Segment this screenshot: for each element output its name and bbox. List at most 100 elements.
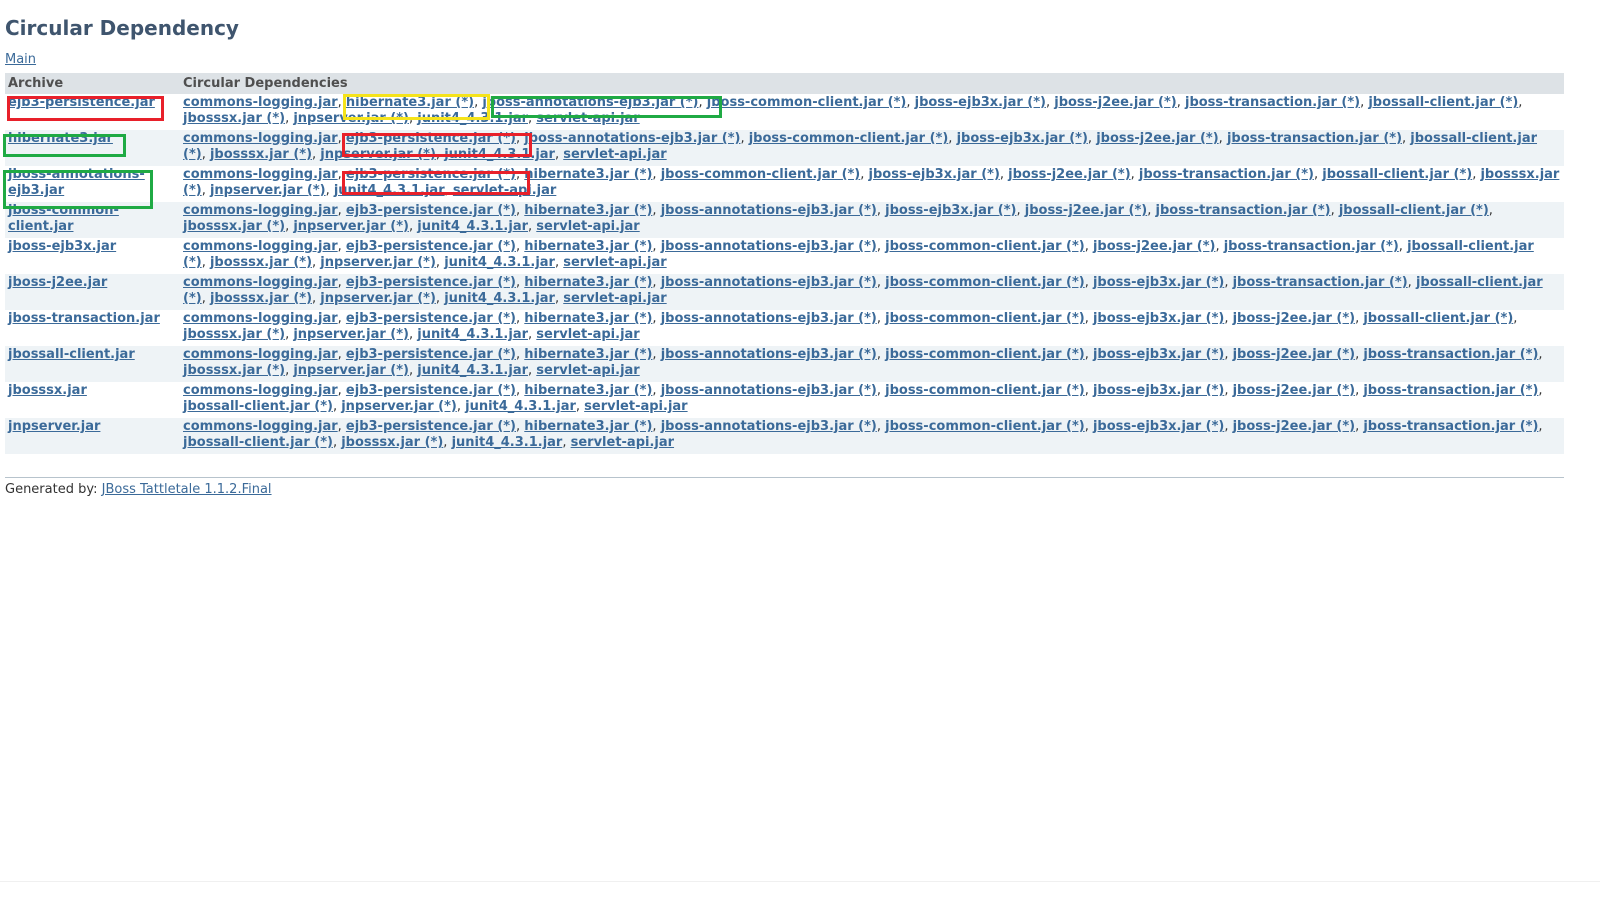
dependency-link[interactable]: jnpserver.jar (*) [293, 111, 409, 126]
dependency-link[interactable]: jnpserver.jar (*) [320, 291, 436, 306]
dependency-link[interactable]: jboss-common-client.jar (*) [885, 275, 1085, 290]
dependency-link[interactable]: hibernate3.jar (*) [524, 203, 652, 218]
dependency-link[interactable]: servlet-api.jar [584, 399, 687, 414]
dependency-link[interactable]: jboss-common-client.jar (*) [885, 383, 1085, 398]
dependency-link[interactable]: jbosssx.jar (*) [210, 147, 312, 162]
dependency-link[interactable]: jboss-transaction.jar (*) [1233, 275, 1408, 290]
tattletale-link[interactable]: JBoss Tattletale 1.1.2.Final [102, 482, 272, 497]
dependency-link[interactable]: hibernate3.jar (*) [524, 347, 652, 362]
dependency-link[interactable]: junit4_4.3.1.jar [444, 147, 555, 162]
dependency-link[interactable]: jbosssx.jar (*) [183, 327, 285, 342]
dependency-link[interactable]: jboss-transaction.jar (*) [1227, 131, 1402, 146]
dependency-link[interactable]: jnpserver.jar (*) [210, 183, 326, 198]
dependency-link[interactable]: jbossall-client.jar (*) [1368, 95, 1518, 110]
dependency-link[interactable]: jbosssx.jar (*) [210, 291, 312, 306]
dependency-link[interactable]: jboss-j2ee.jar (*) [1233, 383, 1355, 398]
dependency-link[interactable]: junit4_4.3.1.jar [452, 435, 563, 450]
dependency-link[interactable]: jboss-ejb3x.jar (*) [915, 95, 1046, 110]
dependency-link[interactable]: jboss-ejb3x.jar (*) [869, 167, 1000, 182]
dependency-link[interactable]: jboss-transaction.jar (*) [1363, 419, 1538, 434]
dependency-link[interactable]: jboss-annotations-ejb3.jar (*) [661, 347, 877, 362]
dependency-link[interactable]: commons-logging.jar [183, 275, 338, 290]
dependency-link[interactable]: jbossall-client.jar (*) [183, 435, 333, 450]
dependency-link[interactable]: jbosssx.jar (*) [183, 363, 285, 378]
dependency-link[interactable]: junit4_4.3.1.jar [444, 255, 555, 270]
dependency-link[interactable]: ejb3-persistence.jar (*) [346, 311, 516, 326]
archive-link[interactable]: ejb3-persistence.jar [8, 95, 155, 110]
dependency-link[interactable]: jboss-annotations-ejb3.jar (*) [661, 383, 877, 398]
dependency-link[interactable]: jboss-transaction.jar (*) [1185, 95, 1360, 110]
dependency-link[interactable]: commons-logging.jar [183, 311, 338, 326]
dependency-link[interactable]: jbossall-client.jar (*) [1339, 203, 1489, 218]
dependency-link[interactable]: hibernate3.jar (*) [524, 167, 652, 182]
dependency-link[interactable]: jbosssx.jar (*) [341, 435, 443, 450]
dependency-link[interactable]: jbosssx.jar (*) [183, 111, 285, 126]
dependency-link[interactable]: commons-logging.jar [183, 131, 338, 146]
dependency-link[interactable]: jnpserver.jar (*) [320, 147, 436, 162]
dependency-link[interactable]: jboss-annotations-ejb3.jar (*) [661, 275, 877, 290]
archive-link[interactable]: jboss-annotations-ejb3.jar [8, 167, 145, 198]
dependency-link[interactable]: jnpserver.jar (*) [293, 327, 409, 342]
dependency-link[interactable]: jnpserver.jar (*) [320, 255, 436, 270]
dependency-link[interactable]: junit4_4.3.1.jar [444, 291, 555, 306]
dependency-link[interactable]: servlet-api.jar [571, 435, 674, 450]
dependency-link[interactable]: jboss-common-client.jar (*) [885, 347, 1085, 362]
dependency-link[interactable]: jboss-j2ee.jar (*) [1096, 131, 1218, 146]
archive-link[interactable]: jboss-transaction.jar [8, 311, 160, 326]
dependency-link[interactable]: jboss-annotations-ejb3.jar (*) [482, 95, 698, 110]
dependency-link[interactable]: jboss-transaction.jar (*) [1156, 203, 1331, 218]
dependency-link[interactable]: servlet-api.jar [563, 147, 666, 162]
dependency-link[interactable]: junit4_4.3.1.jar [417, 327, 528, 342]
dependency-link[interactable]: jboss-j2ee.jar (*) [1233, 419, 1355, 434]
dependency-link[interactable]: jboss-ejb3x.jar (*) [1093, 419, 1224, 434]
dependency-link[interactable]: jboss-transaction.jar (*) [1363, 383, 1538, 398]
dependency-link[interactable]: ejb3-persistence.jar (*) [346, 383, 516, 398]
dependency-link[interactable]: jboss-transaction.jar (*) [1139, 167, 1314, 182]
dependency-link[interactable]: jbosssx.jar (*) [210, 255, 312, 270]
dependency-link[interactable]: jbossall-client.jar (*) [1322, 167, 1472, 182]
dependency-link[interactable]: jboss-annotations-ejb3.jar (*) [524, 131, 740, 146]
dependency-link[interactable]: junit4_4.3.1.jar [465, 399, 576, 414]
dependency-link[interactable]: jnpserver.jar (*) [341, 399, 457, 414]
dependency-link[interactable]: jbosssx.jar (*) [183, 219, 285, 234]
dependency-link[interactable]: jboss-j2ee.jar (*) [1233, 311, 1355, 326]
archive-link[interactable]: jboss-ejb3x.jar [8, 239, 116, 254]
dependency-link[interactable]: servlet-api.jar [453, 183, 556, 198]
archive-link[interactable]: jbossall-client.jar [8, 347, 135, 362]
dependency-link[interactable]: jboss-j2ee.jar (*) [1233, 347, 1355, 362]
dependency-link[interactable]: hibernate3.jar (*) [524, 239, 652, 254]
archive-link[interactable]: jboss-common-client.jar [8, 203, 119, 234]
archive-link[interactable]: jbosssx.jar [8, 383, 87, 398]
dependency-link[interactable]: jboss-ejb3x.jar (*) [1093, 383, 1224, 398]
dependency-link[interactable]: jnpserver.jar (*) [293, 219, 409, 234]
dependency-link[interactable]: jnpserver.jar (*) [293, 363, 409, 378]
dependency-link[interactable]: jboss-annotations-ejb3.jar (*) [661, 419, 877, 434]
dependency-link[interactable]: servlet-api.jar [536, 111, 639, 126]
archive-link[interactable]: jboss-j2ee.jar [8, 275, 107, 290]
dependency-link[interactable]: jboss-annotations-ejb3.jar (*) [661, 311, 877, 326]
dependency-link[interactable]: jboss-j2ee.jar (*) [1054, 95, 1176, 110]
dependency-link[interactable]: jboss-ejb3x.jar (*) [1093, 311, 1224, 326]
dependency-link[interactable]: commons-logging.jar [183, 95, 338, 110]
dependency-link[interactable]: junit4_4.3.1.jar [417, 219, 528, 234]
dependency-link[interactable]: hibernate3.jar (*) [524, 275, 652, 290]
dependency-link[interactable]: junit4_4.3.1.jar [417, 363, 528, 378]
dependency-link[interactable]: jboss-ejb3x.jar (*) [1093, 275, 1224, 290]
dependency-link[interactable]: servlet-api.jar [536, 327, 639, 342]
dependency-link[interactable]: jboss-common-client.jar (*) [885, 239, 1085, 254]
dependency-link[interactable]: jbossall-client.jar (*) [1363, 311, 1513, 326]
dependency-link[interactable]: ejb3-persistence.jar (*) [346, 275, 516, 290]
dependency-link[interactable]: commons-logging.jar [183, 167, 338, 182]
dependency-link[interactable]: jboss-annotations-ejb3.jar (*) [661, 239, 877, 254]
dependency-link[interactable]: jboss-ejb3x.jar (*) [1093, 347, 1224, 362]
dependency-link[interactable]: servlet-api.jar [563, 291, 666, 306]
dependency-link[interactable]: jboss-common-client.jar (*) [885, 311, 1085, 326]
dependency-link[interactable]: jboss-transaction.jar (*) [1363, 347, 1538, 362]
dependency-link[interactable]: jboss-common-client.jar (*) [885, 419, 1085, 434]
dependency-link[interactable]: jbossall-client.jar (*) [183, 399, 333, 414]
main-link[interactable]: Main [5, 52, 36, 67]
dependency-link[interactable]: hibernate3.jar (*) [524, 383, 652, 398]
dependency-link[interactable]: hibernate3.jar (*) [346, 95, 474, 110]
dependency-link[interactable]: commons-logging.jar [183, 383, 338, 398]
archive-link[interactable]: jnpserver.jar [8, 419, 100, 434]
